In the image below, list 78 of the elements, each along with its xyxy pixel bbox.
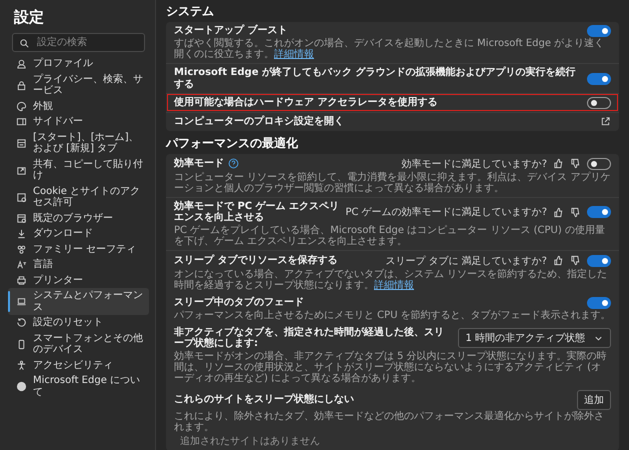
sidebar-item[interactable]: プリンター [8, 272, 149, 288]
laptop-icon [16, 296, 27, 307]
setting-title: スタートアップ ブースト [174, 25, 288, 37]
setting-title: これらのサイトをスリープ状態にしない [174, 394, 354, 406]
section-heading: パフォーマンスの最適化 [166, 136, 299, 150]
toggle-switch[interactable] [587, 158, 611, 170]
sidebar-item[interactable]: 外観 [8, 98, 149, 114]
sidebar-item[interactable]: 既定のブラウザー [8, 210, 149, 226]
sidebar-item[interactable]: ファミリー セーフティ [8, 242, 149, 257]
thumbs-down-icon[interactable] [570, 206, 581, 218]
feedback-question: 効率モードに満足していますか? [402, 158, 547, 170]
learn-more-link[interactable]: 詳細情報 [274, 49, 314, 60]
toggle-switch[interactable] [587, 206, 611, 218]
setting-title: コンピューターのプロキシ設定を開く [174, 116, 344, 128]
sidebar-item[interactable]: サイドバー [8, 114, 149, 130]
family-icon [16, 244, 27, 255]
setting-description: オンになっている場合、アクティブでないタブは、システム リソースを節約するため、指定した時間を経過するとスリープ状態になります。詳細情報 [174, 268, 608, 290]
setting-title: 非アクティブなタブを、指定された時間が経過した後、スリープ状態にします: [174, 326, 445, 350]
sidebar-item[interactable]: 設定のリセット [8, 315, 149, 330]
sidebar-item[interactable]: アクセシビリティ [8, 358, 149, 373]
sidebar-item[interactable]: ダウンロード [8, 226, 149, 242]
lock-icon [16, 80, 27, 90]
learn-more-link[interactable]: 詳細情報 [374, 280, 414, 290]
printer-icon [16, 274, 27, 286]
setting-description: 効率モードがオンの場合、非アクティブなタブは 5 分以内にスリープ状態になります。実際の時間は、リソースの使用状況と、サイトがスリープ状態にならないようにするアクティビティ (オーディオの再生など) によって異なる場合があります。 [174, 350, 608, 384]
sidebar-item[interactable]: [スタート]、[ホーム]、および [新規] タブ [8, 130, 149, 156]
share-icon [16, 164, 27, 176]
feedback-question: スリープ タブに 満足していますか? [385, 254, 547, 268]
sidebar-item[interactable]: 共有、コピーして貼り付け [8, 156, 149, 184]
palette-icon [16, 100, 27, 112]
sidebar-item[interactable]: Cookie とサイトのアクセス許可 [8, 184, 149, 210]
browser-logo-icon [16, 381, 27, 392]
feedback-question: PC ゲームの効率モードに満足していますか? [346, 206, 547, 219]
search-icon [19, 38, 30, 49]
sidebar-item[interactable]: システムとパフォーマンス [8, 288, 149, 315]
sidebar-item[interactable]: プロファイル [8, 56, 149, 72]
thumbs-up-icon[interactable] [553, 255, 564, 266]
setting-title: スリープ タブでリソースを保存する [174, 254, 338, 266]
setting-title: スリープ中のタブのフェード [174, 296, 304, 308]
tab-page-icon [16, 138, 27, 148]
setting-description: これにより、除外されたタブ、効率モードなどの他のパフォーマンス最適化からサイトが除外されます。 [174, 410, 605, 432]
thumbs-down-icon[interactable] [570, 255, 581, 266]
help-icon[interactable] [228, 158, 239, 169]
setting-description: パフォーマンスを向上させるためにメモリと CPU を節約すると、タブがフェード表示されます。 [174, 310, 611, 320]
phone-icon [16, 338, 27, 350]
setting-description: コンピューター リソースを節約して、電力消費を最小限に抑えます。利点は、デバイス アプリケーションと個人のブラウザー閲覧の習慣によって異なる場合があります。 [174, 172, 611, 194]
cookie-icon [16, 192, 27, 202]
reset-icon [16, 317, 27, 328]
sidebar-item[interactable]: スマートフォンとその他のデバイス [8, 330, 149, 358]
setting-title: 効率モード [174, 158, 224, 170]
sidebar-item[interactable]: プライバシー、検索、サービス [8, 72, 149, 98]
sidebar-item[interactable]: Microsoft Edge について [8, 373, 149, 400]
empty-list-note: 追加されたサイトはありません [180, 436, 321, 446]
search-field[interactable]: 設定の検索 [12, 33, 145, 52]
external-link-icon[interactable] [600, 116, 611, 128]
sidebar-item[interactable]: 言語 [8, 257, 149, 272]
thumbs-up-icon[interactable] [553, 206, 564, 218]
setting-description: すばやく閲覧する。これがオンの場合、デバイスを起動したときに Microsoft Edge がより速く開くのに役立ちます。詳細情報 [174, 38, 606, 60]
language-icon [16, 259, 27, 270]
download-icon [16, 228, 27, 240]
thumbs-up-icon[interactable] [553, 158, 564, 169]
accessibility-icon [16, 360, 27, 371]
sidebar-title: 設定 [14, 8, 45, 27]
profile-icon [16, 58, 27, 70]
add-button[interactable]: 追加 [577, 390, 611, 410]
toggle-switch[interactable] [587, 97, 611, 109]
sidebar-icon [16, 116, 27, 128]
setting-title: Microsoft Edge が終了してもバック グラウンドの拡張機能およびアプリの実行を続行する [174, 67, 576, 90]
setting-description: PC ゲームをプレイしている場合、Microsoft Edge はコンピューター リソース (CPU) の使用量を下げ、ゲーム エクスペリエンスを向上させます。 [174, 224, 606, 246]
toggle-switch[interactable] [587, 72, 611, 84]
setting-title: 使用可能な場合はハードウェア アクセラレータを使用する [174, 97, 438, 109]
toggle-switch[interactable] [587, 25, 611, 37]
setting-title: 効率モードで PC ゲーム エクスペリエンスを向上させる [174, 200, 340, 224]
section-heading: システム [166, 4, 215, 19]
toggle-switch[interactable] [587, 254, 611, 266]
toggle-switch[interactable] [587, 296, 611, 308]
browser-icon [16, 212, 27, 224]
thumbs-down-icon[interactable] [570, 158, 581, 169]
